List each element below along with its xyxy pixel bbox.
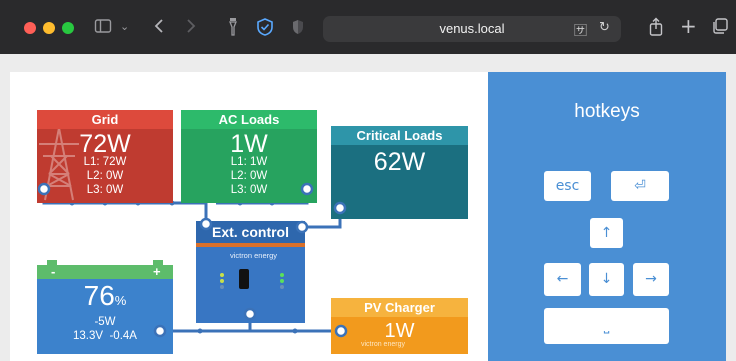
battery-readings: 13.3V -0.4A [37, 330, 173, 343]
power-switch-icon [239, 269, 249, 289]
translate-icon[interactable]: 🈂 [574, 20, 587, 39]
pv-victron-logo: victron energy [361, 341, 405, 348]
new-tab-icon[interactable]: + [680, 16, 697, 36]
ac-loads-title: AC Loads [181, 110, 317, 129]
address-bar[interactable]: venus.local 🈂 ↻ [323, 16, 621, 42]
led-icon [220, 285, 224, 289]
zoom-window-button[interactable] [62, 22, 74, 34]
battery-minus: - [51, 264, 56, 279]
wire-dot [292, 328, 298, 334]
battery-tile[interactable]: - + 76% -5W 13.3V -0.4A [37, 260, 173, 354]
up-arrow-button[interactable]: ↑ [590, 218, 623, 248]
back-icon[interactable] [152, 17, 166, 40]
battery-current: -0.4A [109, 330, 137, 342]
led-icon [280, 273, 284, 277]
battery-soc-value: 76 [83, 280, 115, 311]
battery-voltage: 13.3V [73, 330, 104, 342]
critical-loads-tile[interactable]: Critical Loads 62W [331, 126, 468, 219]
right-arrow-button[interactable]: → [633, 263, 669, 296]
grid-l3: L3: 0W [86, 184, 124, 196]
critical-loads-title: Critical Loads [331, 126, 468, 145]
battery-power: -5W [94, 316, 116, 328]
wire-dot [197, 328, 203, 334]
share-icon[interactable] [648, 17, 664, 42]
led-icon [280, 285, 284, 289]
system-overview: Grid 72W L1: 72W L2: 0W L3: 0W AC Loads … [10, 72, 488, 361]
down-arrow-button[interactable]: ↓ [589, 263, 624, 296]
pv-title: PV Charger [331, 298, 468, 317]
page-content: Grid 72W L1: 72W L2: 0W L3: 0W AC Loads … [0, 54, 736, 361]
space-key-button[interactable]: ⎵ [544, 308, 669, 344]
forward-icon[interactable] [184, 17, 198, 40]
grid-power: 72W [79, 130, 131, 158]
enter-key-button[interactable]: ⏎ [611, 171, 669, 201]
led-icon [220, 279, 224, 283]
chevron-down-icon[interactable]: ⌄ [120, 17, 129, 37]
esc-key-button[interactable]: esc [544, 171, 591, 201]
pv-charger-tile[interactable]: PV Charger 1W victron energy [331, 298, 468, 354]
page: ⌄ venus.local 🈂 ↻ + Grid 72W L1: 72W L2:… [0, 0, 736, 361]
battery-soc: 76% [37, 281, 173, 311]
ac-loads-l3: L3: 0W [230, 184, 268, 196]
victron-logo: victron energy [229, 251, 278, 260]
battery-header: - + [37, 265, 173, 279]
close-window-button[interactable] [24, 22, 36, 34]
ac-loads-l2: L2: 0W [230, 170, 268, 182]
sidebar-icon[interactable] [94, 17, 112, 40]
inverter-title: Ext. control [196, 221, 305, 243]
critical-loads-power: 62W [373, 148, 426, 176]
led-icon [280, 279, 284, 283]
ac-loads-l1: L1: 1W [230, 156, 268, 168]
shield-check-icon[interactable] [256, 17, 274, 42]
tabs-icon[interactable] [711, 17, 729, 40]
hotkeys-title: hotkeys [574, 101, 640, 122]
lantern-icon[interactable] [227, 17, 239, 42]
reload-icon[interactable]: ↻ [599, 20, 610, 35]
browser-toolbar: ⌄ venus.local 🈂 ↻ + [0, 0, 736, 54]
grid-l2: L2: 0W [86, 170, 124, 182]
ac-loads-power: 1W [230, 130, 268, 158]
hotkeys-panel: hotkeys esc ⏎ ↑ ← ↓ → ⎵ [488, 72, 726, 361]
minimize-window-button[interactable] [43, 22, 55, 34]
inverter-tile[interactable]: Ext. control victron energy [196, 221, 305, 323]
battery-plus: + [153, 264, 161, 279]
battery-soc-unit: % [114, 293, 127, 308]
grid-title: Grid [37, 110, 173, 129]
inverter-accent-strip [196, 243, 305, 247]
led-icon [220, 273, 224, 277]
grid-l1: L1: 72W [83, 156, 127, 168]
grid-tile[interactable]: Grid 72W L1: 72W L2: 0W L3: 0W [37, 110, 173, 203]
ac-loads-tile[interactable]: AC Loads 1W L1: 1W L2: 0W L3: 0W [181, 110, 317, 203]
privacy-shield-icon[interactable] [291, 17, 305, 42]
left-arrow-button[interactable]: ← [544, 263, 581, 296]
